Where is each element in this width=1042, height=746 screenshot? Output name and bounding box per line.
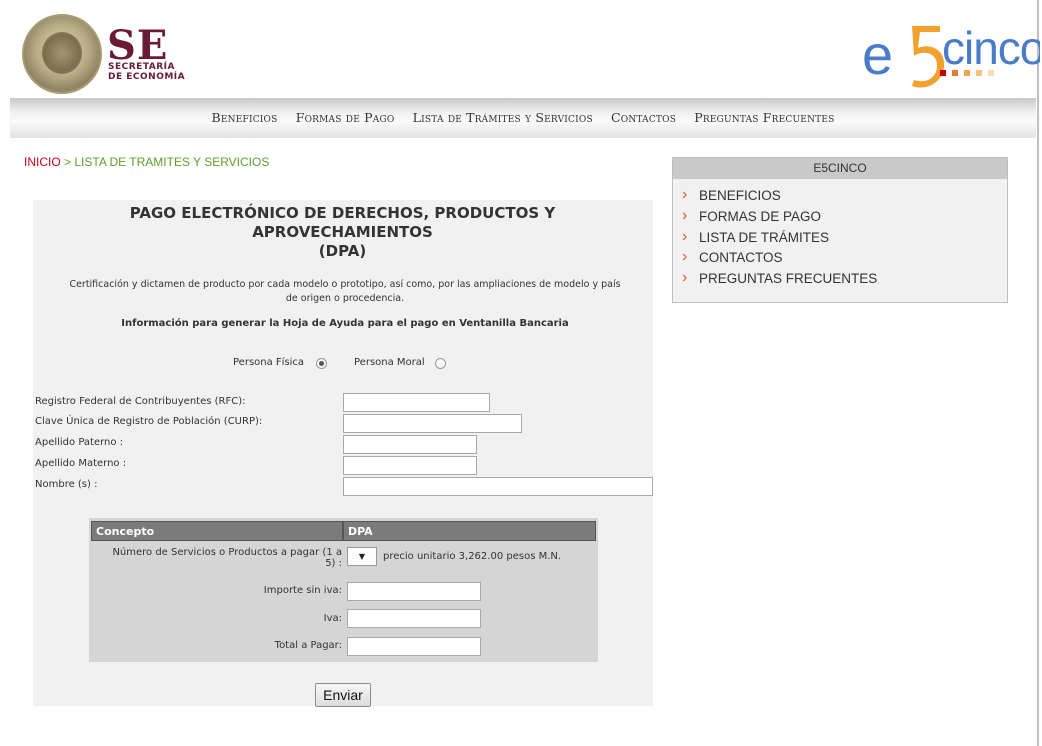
iva-label: Iva:	[323, 613, 342, 624]
apellido-materno-input[interactable]	[343, 456, 477, 475]
chevron-right-icon: ›	[682, 186, 688, 203]
apellido-paterno-label: Apellido Paterno :	[35, 437, 124, 448]
nav-item-preguntas-frecuentes[interactable]: Preguntas Frecuentes	[694, 110, 834, 125]
persona-moral-radio[interactable]	[435, 358, 446, 369]
num-servicios-label-line2: 5) :	[325, 558, 342, 569]
dpa-header: DPA	[343, 521, 596, 541]
nav-item-beneficios[interactable]: Beneficios	[212, 110, 278, 125]
nombre-label: Nombre (s) :	[35, 479, 98, 490]
national-seal-logo	[22, 14, 102, 94]
svg-text:cinco: cinco	[942, 22, 1040, 74]
persona-fisica-radio[interactable]	[316, 358, 327, 369]
rfc-input[interactable]	[343, 393, 490, 412]
iva-input[interactable]	[347, 609, 481, 628]
breadcrumb-home-link[interactable]: INICIO	[24, 155, 61, 169]
nav-item-contactos[interactable]: Contactos	[611, 110, 676, 125]
chevron-right-icon: ›	[682, 269, 688, 286]
importe-sin-iva-input[interactable]	[347, 582, 481, 601]
sidebar-item-label: LISTA DE TRÁMITES	[699, 230, 830, 245]
breadcrumb-separator: >	[64, 155, 72, 169]
curp-input[interactable]	[343, 414, 522, 433]
site-header: SE SECRETARÍA DE ECONOMÍA e cinco	[10, 6, 1040, 96]
apellido-paterno-input[interactable]	[343, 435, 477, 454]
sidebar-item-label: PREGUNTAS FRECUENTES	[699, 271, 878, 286]
e5cinco-logo[interactable]: e cinco	[860, 6, 1040, 94]
total-label: Total a Pagar:	[274, 640, 342, 651]
form-description: Certificación y dictamen de producto por…	[35, 278, 655, 306]
form-info-heading: Información para generar la Hoja de Ayud…	[121, 318, 569, 329]
breadcrumb: INICIO > LISTA DE TRAMITES Y SERVICIOS	[24, 155, 269, 169]
se-logo-line2: DE ECONOMÍA	[108, 72, 186, 82]
sidebar-item-label: BENEFICIOS	[699, 188, 781, 203]
sidebar-item-label: FORMAS DE PAGO	[699, 209, 822, 224]
se-logo-line1: SECRETARÍA	[108, 62, 175, 72]
num-servicios-label: Número de Servicios o Productos a pagar …	[91, 547, 342, 569]
form-title-line2: APROVECHAMIENTOS	[252, 223, 433, 241]
top-nav: Beneficios Formas de Pago Lista de Trámi…	[10, 98, 1036, 138]
nombre-input[interactable]	[343, 477, 653, 496]
form-description-line1: Certificación y dictamen de producto por…	[69, 279, 621, 290]
persona-fisica-label: Persona Física	[233, 357, 305, 368]
enviar-button[interactable]: Enviar	[315, 683, 371, 707]
num-servicios-label-line1: Número de Servicios o Productos a pagar …	[112, 547, 342, 558]
form-description-line2: de origen o procedencia.	[285, 293, 405, 304]
form-title-line1: PAGO ELECTRÓNICO DE DERECHOS, PRODUCTOS …	[129, 204, 556, 222]
chevron-right-icon: ›	[682, 207, 688, 224]
nav-item-lista-tramites[interactable]: Lista de Trámites y Servicios	[413, 110, 593, 125]
importe-sin-iva-label: Importe sin iva:	[263, 585, 342, 596]
rfc-label: Registro Federal de Contribuyentes (RFC)…	[35, 396, 246, 407]
num-servicios-select[interactable]: ▼	[347, 547, 377, 566]
chevron-down-icon: ▼	[358, 552, 366, 561]
form-title-line3: (DPA)	[318, 242, 367, 260]
chevron-right-icon: ›	[682, 228, 688, 245]
form-title: PAGO ELECTRÓNICO DE DERECHOS, PRODUCTOS …	[65, 204, 620, 261]
sidebar-title: E5CINCO	[673, 158, 1007, 179]
svg-text:e: e	[862, 23, 893, 86]
nav-item-formas-de-pago[interactable]: Formas de Pago	[296, 110, 395, 125]
chevron-right-icon: ›	[682, 248, 688, 265]
total-input[interactable]	[347, 637, 481, 656]
breadcrumb-current: LISTA DE TRAMITES Y SERVICIOS	[74, 155, 270, 169]
window-edge	[1037, 0, 1039, 746]
curp-label: Clave Única de Registro de Población (CU…	[35, 416, 263, 427]
precio-unitario-text: precio unitario 3,262.00 pesos M.N.	[383, 551, 562, 562]
apellido-materno-label: Apellido Materno :	[35, 458, 127, 469]
sidebar-item-label: CONTACTOS	[699, 250, 783, 265]
concepto-header: Concepto	[91, 521, 343, 541]
persona-moral-label: Persona Moral	[354, 357, 425, 368]
